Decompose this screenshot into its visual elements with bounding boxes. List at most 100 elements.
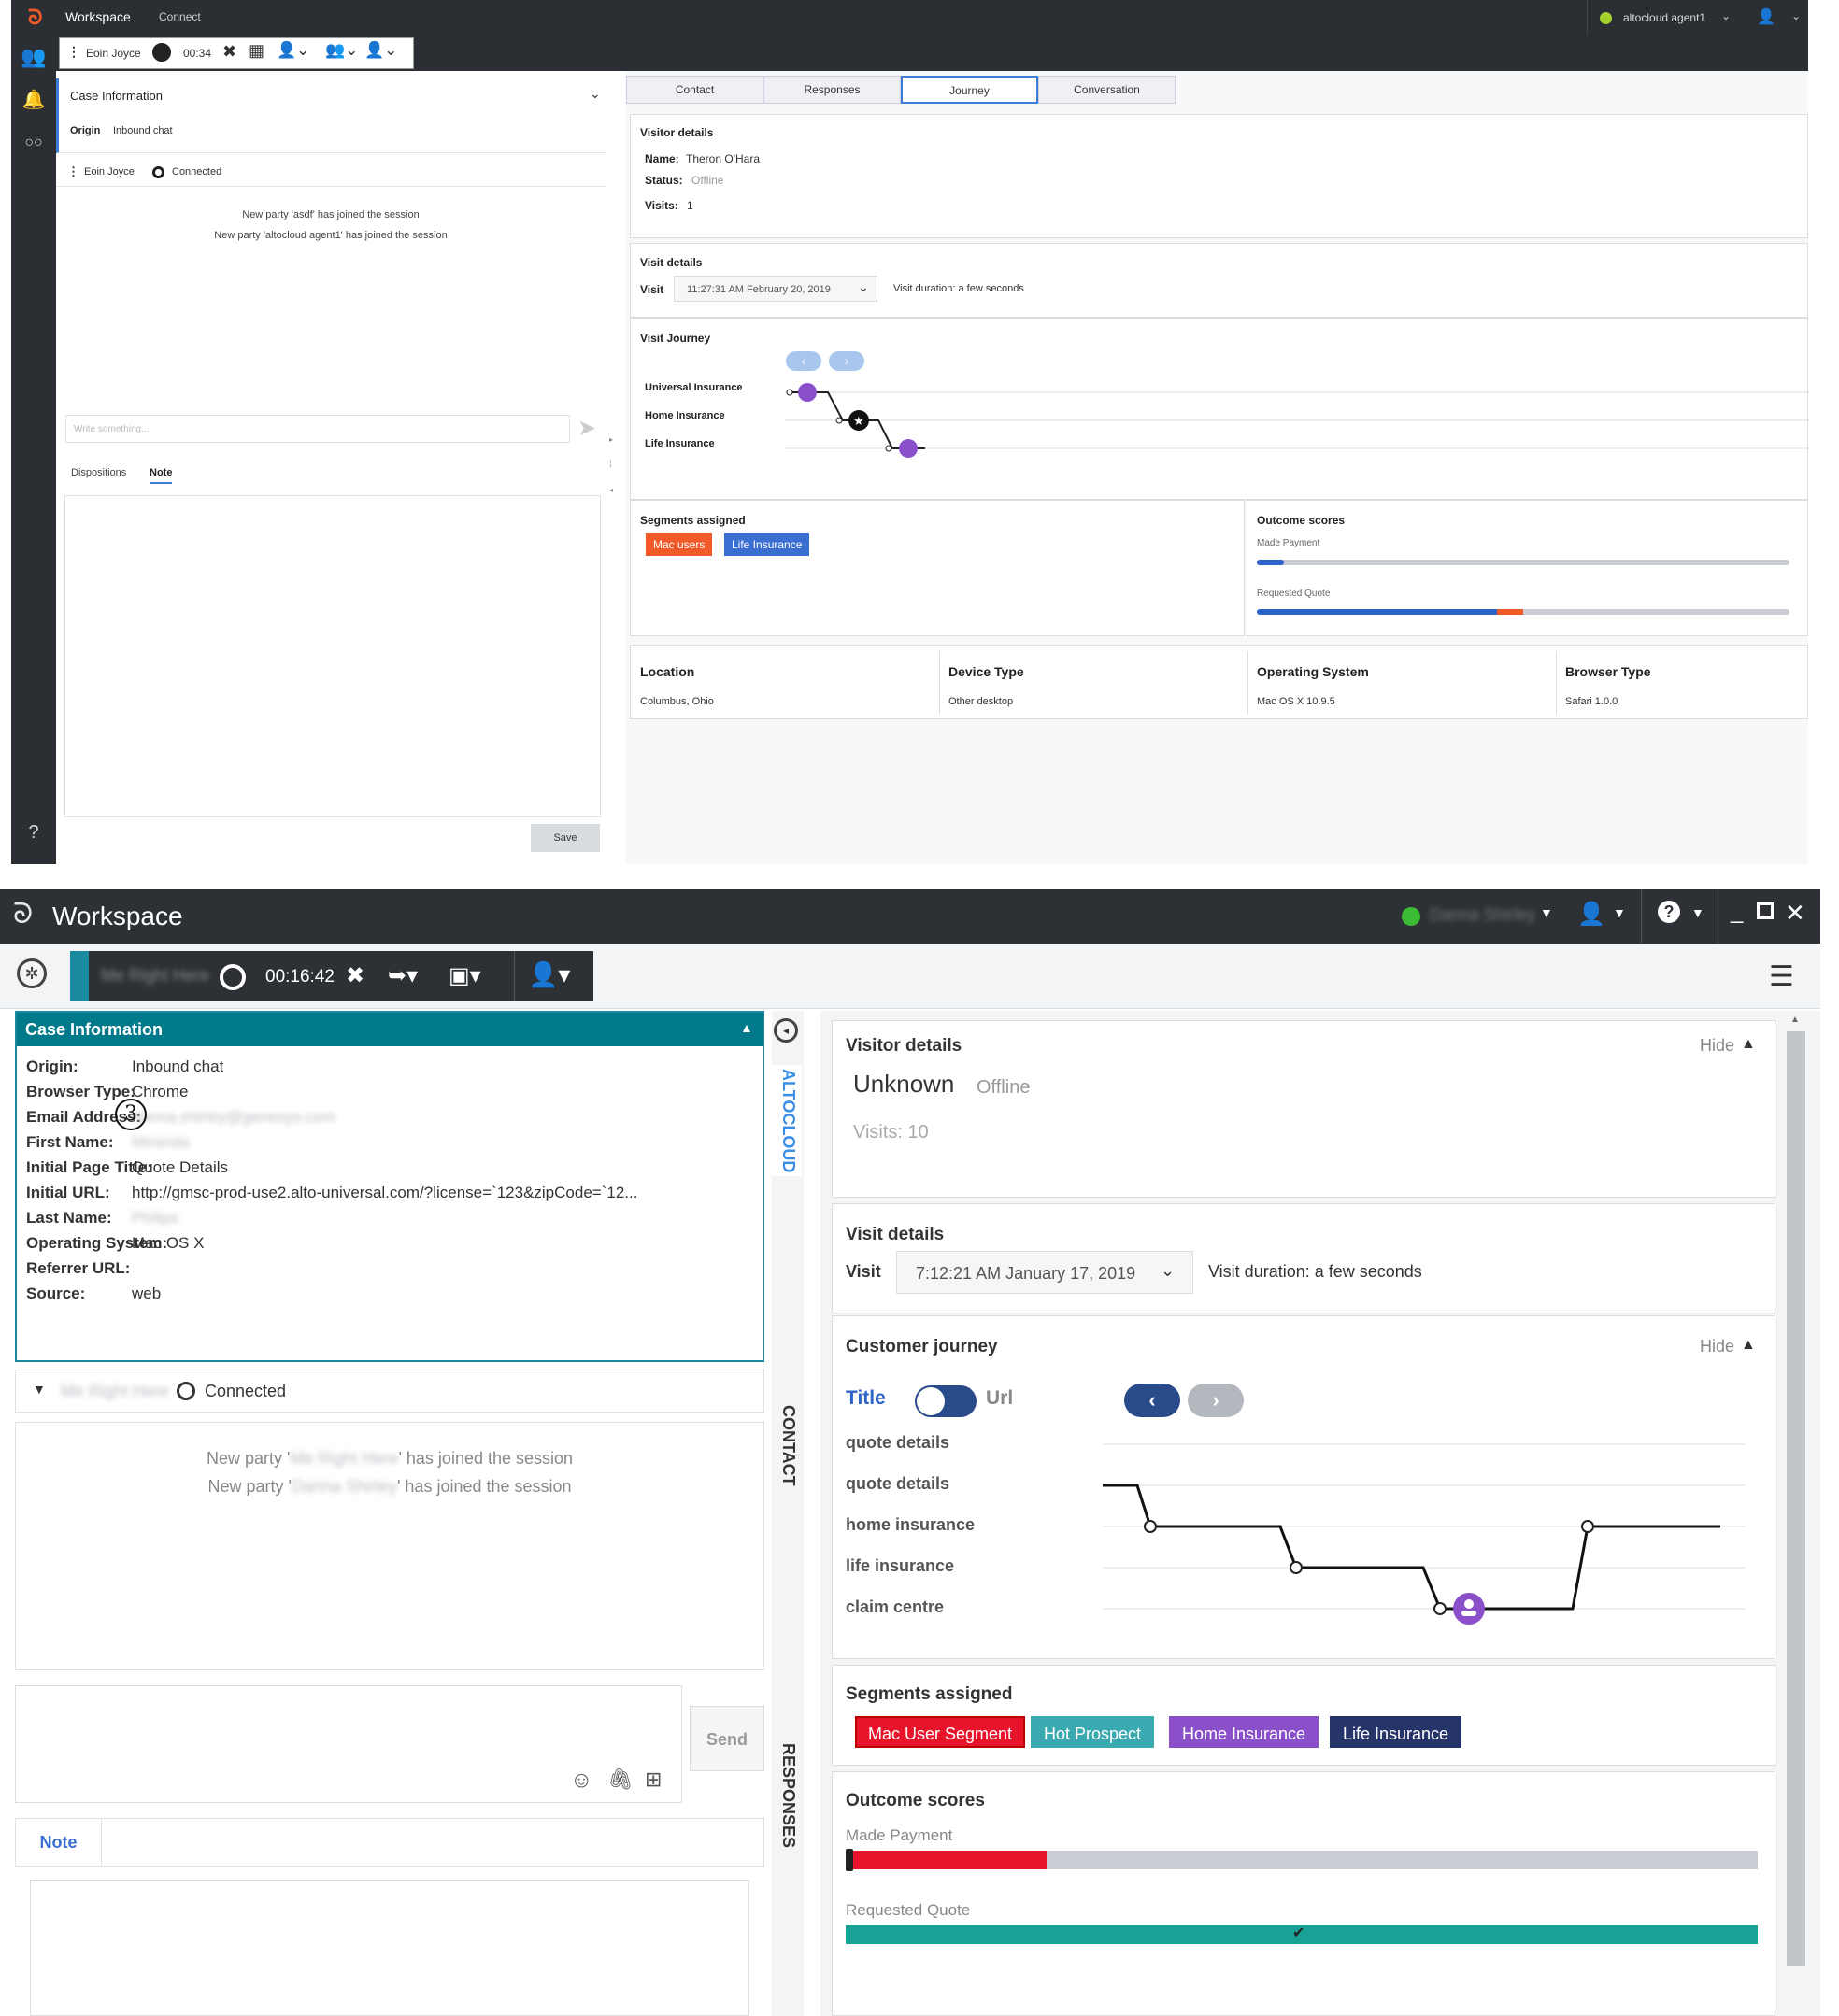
case-field-label: Origin:: [26, 1058, 78, 1075]
journey-point: [1290, 1561, 1303, 1574]
toggle-url-label: Url: [986, 1387, 1014, 1409]
prev-button[interactable]: ‹: [1124, 1384, 1180, 1417]
end-chat-icon[interactable]: ✖: [222, 42, 236, 62]
emoji-icon[interactable]: ☺: [570, 1768, 593, 1794]
outcome-scores-title: Outcome scores: [846, 1791, 985, 1810]
collapse-arrow-icon[interactable]: ▸: [609, 435, 613, 444]
transcript-message: New party 'altocloud agent1' has joined …: [214, 230, 448, 241]
collapse-icon[interactable]: ▼: [33, 1382, 46, 1397]
bell-icon[interactable]: 🔔: [11, 88, 56, 111]
chevron-down-icon[interactable]: ▼: [1540, 905, 1553, 920]
outcome-label: Made Payment: [846, 1826, 953, 1844]
case-field-value: Miranda: [132, 1133, 190, 1151]
tab-note[interactable]: Note: [16, 1819, 102, 1866]
contacts-icon[interactable]: 👥: [11, 45, 56, 69]
tab-dispositions[interactable]: Dispositions: [71, 467, 126, 478]
help-icon[interactable]: ?: [1658, 901, 1680, 923]
nav-connect[interactable]: Connect: [159, 10, 201, 23]
conversation-status: Connected: [205, 1382, 287, 1400]
hide-button[interactable]: Hide: [1700, 1337, 1734, 1356]
consult-icon[interactable]: ▣▾: [449, 962, 481, 989]
tab-contact[interactable]: Contact: [626, 76, 763, 104]
note-textarea[interactable]: [30, 1880, 749, 2016]
chevron-up-icon[interactable]: ▲: [1741, 1337, 1756, 1354]
scroll-up-icon[interactable]: ▲: [1790, 1015, 1800, 1025]
chevron-up-icon[interactable]: ▲: [740, 1020, 753, 1035]
segment-badge: Mac users: [646, 533, 713, 556]
conference-icon[interactable]: 👥⌄: [325, 41, 358, 60]
send-button[interactable]: Send: [690, 1706, 764, 1771]
case-information-header[interactable]: Case Information ⌄ Origin Inbound chat: [56, 78, 606, 153]
chevron-down-icon[interactable]: ⌄: [1721, 9, 1731, 22]
title-url-toggle[interactable]: [915, 1385, 977, 1417]
outcome-scores-card: Outcome scores Made Payment Requested Qu…: [1247, 500, 1808, 636]
case-field-label: Initial URL:: [26, 1184, 110, 1201]
transfer-icon[interactable]: ➥▾: [388, 962, 418, 989]
tab-responses[interactable]: Responses: [763, 76, 901, 104]
close-icon[interactable]: ✕: [1785, 899, 1805, 928]
collapse-panel-icon[interactable]: ◂: [774, 1018, 798, 1043]
send-icon[interactable]: ➤: [577, 415, 596, 442]
outcome-bar: [1257, 560, 1789, 565]
journey-page-label: home insurance: [846, 1515, 976, 1534]
case-information-header[interactable]: Case Information ▲: [17, 1013, 763, 1046]
tab-note[interactable]: Note: [150, 467, 173, 484]
end-chat-icon[interactable]: ✖: [346, 962, 364, 989]
case-field-value: Philips: [132, 1209, 179, 1227]
conference-icon[interactable]: 👤▾: [528, 960, 570, 989]
message-input[interactable]: Write something...: [65, 415, 570, 443]
collapse-arrow-icon[interactable]: ◂: [609, 486, 613, 494]
drag-handle-icon[interactable]: ⁞: [609, 460, 612, 470]
origin-label: Origin: [70, 125, 101, 136]
visitor-details-title: Visitor details: [640, 126, 714, 139]
next-button[interactable]: ›: [1188, 1384, 1244, 1417]
note-textarea[interactable]: [64, 495, 601, 817]
chevron-down-icon[interactable]: ▼: [1691, 905, 1704, 920]
side-tab-contact[interactable]: CONTACT: [772, 1401, 802, 1490]
customer-journey-title: Customer journey: [846, 1337, 998, 1356]
info-value: Columbus, Ohio: [640, 696, 714, 707]
user-icon: [1464, 1599, 1474, 1609]
voicemail-icon[interactable]: ○○: [11, 135, 56, 151]
journey-point: [1581, 1520, 1594, 1533]
outcome-scores-card: Outcome scores Made Payment Requested Qu…: [832, 1771, 1775, 2016]
tab-conversation[interactable]: Conversation: [1038, 76, 1176, 104]
toggle-title-label: Title: [846, 1387, 886, 1409]
name-label: Name:: [645, 152, 679, 165]
chevron-down-icon[interactable]: ⌄: [1791, 9, 1801, 22]
segment-badge: Mac User Segment: [855, 1716, 1026, 1748]
user-name[interactable]: altocloud agent1: [1623, 11, 1705, 24]
transfer-icon[interactable]: ▦: [249, 41, 264, 61]
attachment-icon[interactable]: 🖇: [607, 1768, 634, 1792]
minimize-icon[interactable]: _: [1731, 899, 1743, 925]
agent-name-redacted[interactable]: Danna Shirley: [1430, 905, 1535, 925]
chevron-down-icon[interactable]: ▼: [1613, 905, 1626, 920]
more-icon[interactable]: ⋮: [67, 164, 79, 179]
consult-icon[interactable]: 👤⌄: [364, 41, 397, 60]
standard-response-icon[interactable]: ⊞: [645, 1768, 662, 1792]
visitor-details-title: Visitor details: [846, 1036, 962, 1056]
chevron-down-icon[interactable]: ⌄: [590, 86, 601, 102]
interaction-toolbar: ✲ Me Right Here 00:16:42 ✖ ➥▾ ▣▾ 👤▾ ☰: [0, 944, 1820, 1009]
user-icon: [1461, 1611, 1476, 1616]
more-icon[interactable]: ⋮: [67, 44, 80, 60]
user-icon[interactable]: 👤: [1757, 7, 1775, 26]
visit-select[interactable]: 11:27:31 AM February 20, 2019 ⌄: [674, 276, 877, 302]
help-icon[interactable]: ?: [11, 822, 56, 844]
visit-select[interactable]: 7:12:21 AM January 17, 2019 ⌄: [896, 1251, 1193, 1294]
scrollbar-thumb[interactable]: [1787, 1031, 1805, 1966]
user-status-icon[interactable]: 👤: [1577, 901, 1605, 928]
side-tab-altocloud[interactable]: ALTOCLOUD: [772, 1065, 802, 1177]
chevron-up-icon[interactable]: ▲: [1741, 1036, 1756, 1053]
timer: 00:34: [183, 47, 212, 60]
save-button[interactable]: Save: [531, 824, 600, 852]
case-field-value: Chrome: [132, 1083, 189, 1100]
segments-title: Segments assigned: [640, 514, 746, 527]
side-tab-responses[interactable]: RESPONSES: [772, 1739, 802, 1852]
hide-button[interactable]: Hide: [1700, 1036, 1734, 1056]
menu-icon[interactable]: ☰: [1769, 960, 1794, 993]
maximize-icon[interactable]: [1757, 902, 1774, 919]
tab-journey[interactable]: Journey: [901, 76, 1038, 104]
transfer-agent-icon[interactable]: 👤⌄: [277, 41, 309, 60]
workbin-icon[interactable]: ✲: [17, 958, 47, 988]
